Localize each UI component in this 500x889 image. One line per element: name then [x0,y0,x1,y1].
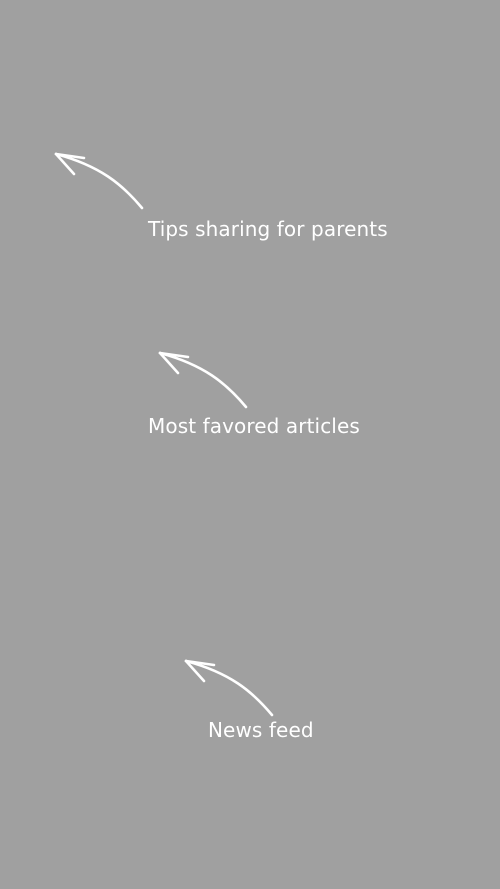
curved-arrow-up-left-icon [54,152,144,210]
news-feed-label: News feed [208,718,314,742]
curved-arrow-up-left-icon [184,659,274,717]
tips-sharing-label: Tips sharing for parents [148,217,388,241]
most-favored-articles-label: Most favored articles [148,414,360,438]
curved-arrow-up-left-icon [158,351,248,409]
onboarding-overlay[interactable]: Tips sharing for parents Most favored ar… [0,0,500,889]
